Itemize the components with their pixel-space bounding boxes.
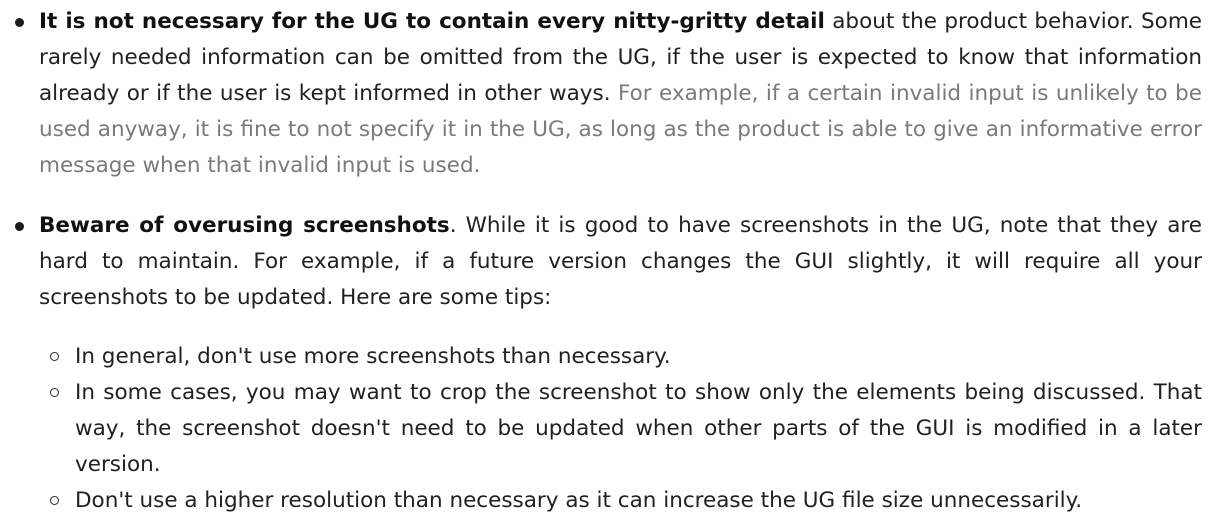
tip-text: In general, don't use more screenshots t… (75, 344, 671, 369)
bullet-disc-icon (15, 222, 24, 231)
guideline-list: It is not necessary for the UG to contai… (14, 4, 1202, 519)
tip-item: In general, don't use more screenshots t… (39, 339, 1202, 375)
document-body: It is not necessary for the UG to contai… (0, 0, 1224, 519)
bullet-circle-icon (50, 388, 59, 397)
list-item-screenshot-guideline: Beware of overusing screenshots. While i… (14, 208, 1202, 519)
bullet-disc-icon (15, 18, 24, 27)
tip-item: In some cases, you may want to crop the … (39, 375, 1202, 483)
guideline-heading: Beware of overusing screenshots (39, 213, 450, 238)
list-item-detail-guideline: It is not necessary for the UG to contai… (14, 4, 1202, 184)
guideline-heading: It is not necessary for the UG to contai… (39, 9, 825, 34)
tip-text: In some cases, you may want to crop the … (75, 380, 1202, 477)
bullet-circle-icon (50, 352, 59, 361)
bullet-circle-icon (50, 496, 59, 505)
tips-list: In general, don't use more screenshots t… (39, 339, 1202, 519)
tip-text: Don't use a higher resolution than neces… (75, 488, 1083, 513)
tip-item: Don't use a higher resolution than neces… (39, 483, 1202, 519)
